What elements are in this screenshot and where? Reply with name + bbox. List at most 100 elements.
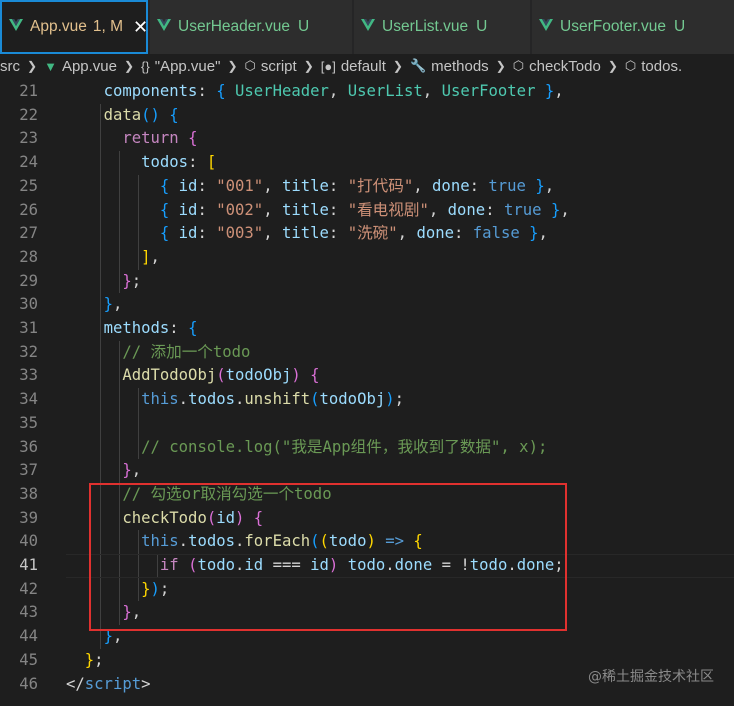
breadcrumb-label: methods — [431, 57, 489, 75]
code-token: ( — [310, 532, 320, 551]
code-line[interactable]: 28 ], — [0, 246, 734, 270]
code-token: todo — [197, 556, 236, 574]
code-token: : — [454, 224, 473, 243]
code-token: ) — [150, 579, 160, 598]
code-line[interactable]: 29 }; — [0, 270, 734, 294]
code-line[interactable]: 24 todos: [ — [0, 151, 734, 175]
line-number: 34 — [19, 390, 38, 409]
code-token: } — [103, 295, 113, 314]
line-number: 39 — [19, 508, 38, 527]
code-line[interactable]: 25 { id: "001", title: "打代码", done: true… — [0, 175, 734, 199]
code-token: . — [178, 532, 189, 551]
tab-userlist-vue[interactable]: UserList.vue U — [354, 0, 530, 54]
code-text: this.todos.unshift(todoObj); — [66, 388, 404, 412]
tab-label: App.vue — [30, 18, 87, 35]
code-token: , — [131, 461, 142, 480]
code-token: => — [385, 532, 405, 551]
code-line[interactable]: 37 }, — [0, 459, 734, 483]
code-token: done — [394, 556, 433, 574]
code-text: // 勾选or取消勾选一个todo — [66, 483, 331, 507]
tab-userheader-vue[interactable]: UserHeader.vue U — [150, 0, 352, 54]
code-token: ( — [319, 532, 329, 551]
chevron-right-icon: ❯ — [303, 59, 314, 73]
code-line[interactable]: 39 checkTodo(id) { — [0, 507, 734, 531]
chevron-right-icon: ❯ — [392, 59, 403, 73]
line-number: 23 — [19, 129, 38, 148]
line-number: 28 — [19, 247, 38, 266]
code-line[interactable]: 27 { id: "003", title: "洗碗", done: false… — [0, 222, 734, 246]
code-token: false — [472, 224, 520, 243]
breadcrumb-item-script[interactable]: ⬡ script — [245, 58, 297, 75]
code-line[interactable]: 42 }); — [0, 578, 734, 602]
code-text: { id: "001", title: "打代码", done: true }, — [66, 175, 554, 199]
code-token: } — [122, 271, 132, 290]
code-line[interactable]: 22 data() { — [0, 104, 734, 128]
line-number: 26 — [19, 200, 38, 219]
breadcrumb-item-default[interactable]: [●] default — [321, 58, 386, 75]
code-token: === — [263, 556, 311, 574]
code-token: id — [169, 200, 198, 219]
code-token: { — [188, 319, 198, 337]
code-token: // 添加一个todo — [122, 342, 251, 361]
code-token: return — [122, 129, 179, 148]
code-editor[interactable]: 21 components: { UserHeader, UserList, U… — [0, 80, 734, 706]
code-token: . — [235, 556, 245, 574]
tab-app-vue[interactable]: App.vue 1, M ✕ — [0, 0, 148, 54]
code-token: title — [281, 200, 329, 219]
code-token: . — [385, 556, 395, 574]
code-text: }, — [66, 459, 141, 483]
code-token: ( — [310, 390, 320, 409]
breadcrumb-item-file[interactable]: ▼ App.vue — [44, 58, 117, 75]
breadcrumb-item-methods[interactable]: 🔧 methods — [410, 58, 489, 75]
code-token: } — [122, 603, 132, 622]
code-line[interactable]: 23 return { — [0, 127, 734, 151]
close-icon[interactable]: ✕ — [133, 17, 146, 38]
code-token: : — [197, 224, 217, 243]
code-text: }; — [66, 649, 104, 673]
code-line[interactable]: 26 { id: "002", title: "看电视剧", done: tru… — [0, 199, 734, 223]
code-token: true — [488, 176, 526, 195]
code-line[interactable]: 34 this.todos.unshift(todoObj); — [0, 388, 734, 412]
code-token: . — [178, 390, 189, 409]
code-line[interactable]: 33 AddTodoObj(todoObj) { — [0, 364, 734, 388]
breadcrumb-item-module[interactable]: {} "App.vue" — [141, 58, 220, 75]
line-number: 21 — [19, 82, 38, 100]
code-token: , — [328, 82, 348, 100]
code-line[interactable]: 36 // console.log("我是App组件，我收到了数据", x); — [0, 436, 734, 460]
code-text: components: { UserHeader, UserList, User… — [66, 80, 564, 104]
code-token: todos — [141, 153, 189, 172]
code-line[interactable]: 21 components: { UserHeader, UserList, U… — [0, 80, 734, 104]
breadcrumb-item-src[interactable]: src — [0, 58, 20, 75]
code-line[interactable]: 32 // 添加一个todo — [0, 341, 734, 365]
code-line[interactable]: 43 }, — [0, 601, 734, 625]
code-line[interactable]: 40 this.todos.forEach((todo) => { — [0, 530, 734, 554]
code-token: UserFooter — [441, 82, 536, 100]
breadcrumb-item-checktodo[interactable]: ⬡ checkTodo — [513, 58, 601, 75]
code-text: }, — [66, 293, 123, 317]
tab-userfooter-vue[interactable]: UserFooter.vue U — [532, 0, 734, 54]
code-line[interactable]: 30 }, — [0, 293, 734, 317]
code-line[interactable]: 31 methods: { — [0, 317, 734, 341]
line-number: 27 — [19, 224, 38, 243]
code-token: , — [112, 295, 123, 314]
line-number: 36 — [19, 437, 38, 456]
code-line[interactable]: 38 // 勾选or取消勾选一个todo — [0, 483, 734, 507]
breadcrumb-item-todos[interactable]: ⬡ todos. — [625, 58, 682, 75]
code-line[interactable]: 44 }, — [0, 625, 734, 649]
code-line[interactable]: 35 — [0, 412, 734, 436]
code-token: } — [103, 627, 113, 646]
code-line[interactable]: 41 if (todo.id === id) todo.done = !todo… — [0, 554, 734, 578]
code-token: "洗碗" — [347, 224, 398, 243]
